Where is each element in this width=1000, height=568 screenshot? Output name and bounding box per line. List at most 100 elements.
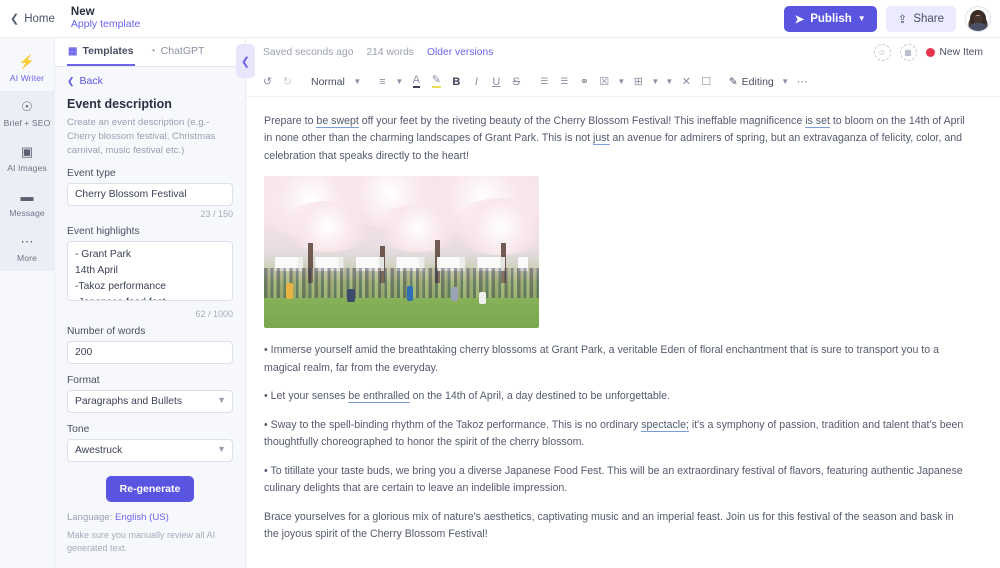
label-event-type: Event type <box>67 167 116 179</box>
rail-item-brief-seo[interactable]: ☉ Brief + SEO <box>0 91 54 136</box>
number-of-words-input[interactable] <box>67 340 233 364</box>
align-icon[interactable]: ≡ <box>373 71 392 92</box>
cherry-blossom-festival-photo[interactable] <box>264 176 539 329</box>
format-select[interactable]: ▼ <box>67 389 233 413</box>
document-paragraph-1[interactable]: Prepare to be swept off your feet by the… <box>264 113 966 165</box>
document-canvas[interactable]: Prepare to be swept off your feet by the… <box>246 97 1000 568</box>
share-label: Share <box>913 12 944 25</box>
chat-icon: ▬ <box>20 189 34 204</box>
editor-status-actions: ☺ ▦ New Item <box>873 44 983 61</box>
chat-bubbles-icon: ◔ <box>149 45 156 57</box>
label-event-highlights: Event highlights <box>67 225 140 237</box>
upload-icon: ⇪ <box>897 13 908 26</box>
regenerate-button[interactable]: Re-generate <box>105 475 195 502</box>
document-bullet-3[interactable]: • Sway to the spell-binding rhythm of th… <box>264 417 966 452</box>
comment-icon[interactable]: ☐ <box>697 71 716 92</box>
language-value-link[interactable]: English (US) <box>115 512 169 523</box>
event-highlights-counter: 62 / 1000 <box>195 308 233 319</box>
grammar-suggestion[interactable]: be enthralled <box>348 390 410 404</box>
label-format: Format <box>67 374 100 386</box>
publish-button[interactable]: ➤ Publish ▼ <box>783 5 877 32</box>
image-icon: ▣ <box>20 144 34 159</box>
chevron-down-icon[interactable]: ▼ <box>351 71 364 92</box>
underline-icon[interactable]: U <box>487 71 506 92</box>
editor-status-bar: Saved seconds ago 214 words Older versio… <box>246 38 1000 67</box>
strikethrough-icon[interactable]: S <box>507 71 526 92</box>
chevron-down-icon[interactable]: ▼ <box>615 71 628 92</box>
back-button[interactable]: ❮ Back <box>55 67 245 91</box>
rail-label-brief-seo: Brief + SEO <box>3 118 51 128</box>
ellipsis-icon: ⋯ <box>20 234 34 249</box>
clear-format-icon[interactable]: ✕ <box>677 71 696 92</box>
apply-template-link[interactable]: Apply template <box>71 18 140 31</box>
more-icon[interactable]: ⋯ <box>793 71 812 92</box>
toolbar-separator <box>527 71 534 92</box>
event-highlights-textarea[interactable] <box>67 240 233 301</box>
ai-disclaimer: Make sure you manually review all AI gen… <box>67 529 216 553</box>
numbered-list-icon[interactable]: ☰ <box>555 71 574 92</box>
add-collaborator-icon[interactable]: ☺ <box>873 44 891 61</box>
tab-templates[interactable]: ▦ Templates <box>67 38 135 66</box>
label-tone: Tone <box>67 423 90 435</box>
tone-select-value[interactable] <box>67 438 233 462</box>
editing-mode-button[interactable]: ✎ Editing <box>725 71 778 92</box>
chevron-down-icon[interactable]: ▼ <box>393 71 406 92</box>
rail-label-ai-writer: AI Writer <box>9 73 45 83</box>
regenerate-row: Re-generate <box>67 475 233 502</box>
chevron-down-icon[interactable]: ▼ <box>663 71 676 92</box>
template-description: Create an event description (e.g.- Cherr… <box>67 117 216 156</box>
rail-item-message[interactable]: ▬ Message <box>0 181 54 226</box>
text-color-icon[interactable]: A <box>407 71 426 92</box>
grid-icon: ▦ <box>68 45 78 57</box>
top-bar-actions: ➤ Publish ▼ ⇪ Share <box>783 5 1000 32</box>
document-bullet-2[interactable]: • Let your senses be enthralled on the 1… <box>264 388 966 405</box>
italic-icon[interactable]: I <box>467 71 486 92</box>
rail-item-more[interactable]: ⋯ More <box>0 226 54 271</box>
rail-item-ai-writer[interactable]: ⚡ AI Writer <box>0 46 54 91</box>
grammar-suggestion[interactable]: is set <box>805 115 830 128</box>
editing-mode-label: Editing <box>741 75 774 88</box>
rail-item-ai-images[interactable]: ▣ AI Images <box>0 136 54 181</box>
grammar-suggestion[interactable]: be swept <box>316 115 359 128</box>
new-item-button[interactable]: New Item <box>925 47 983 58</box>
home-back-link[interactable]: ❮ Home <box>0 12 69 26</box>
lightning-icon: ⚡ <box>18 54 36 69</box>
document-bullet-1[interactable]: • Immerse yourself amid the breathtaking… <box>264 342 966 377</box>
tab-chatgpt[interactable]: ◔ ChatGPT <box>149 38 206 66</box>
send-icon: ➤ <box>794 13 805 26</box>
bullet-list-icon[interactable]: ☰ <box>535 71 554 92</box>
bold-icon[interactable]: B <box>447 71 466 92</box>
chevron-down-icon: ▼ <box>857 14 866 23</box>
status-dot-icon <box>925 48 935 57</box>
chevron-down-icon[interactable]: ▼ <box>649 71 662 92</box>
table-icon[interactable]: ⊞ <box>629 71 648 92</box>
format-select-value[interactable] <box>67 389 233 413</box>
chevron-down-icon[interactable]: ▼ <box>779 71 792 92</box>
share-button[interactable]: ⇪ Share <box>885 5 956 32</box>
chevron-left-icon: ❮ <box>240 55 251 68</box>
language-row: Language: English (US) <box>67 512 233 523</box>
event-type-counter: 23 / 150 <box>200 208 233 219</box>
event-type-input[interactable] <box>67 182 233 206</box>
chevron-left-icon: ❮ <box>10 13 20 25</box>
highlighter-icon[interactable]: ✎ <box>427 71 446 92</box>
grammar-suggestion[interactable]: just <box>593 132 610 146</box>
undo-icon[interactable]: ↺ <box>258 71 277 92</box>
editor-toolbar: ↺ ↻ Normal ▼ ≡ ▼ A ✎ B I U S ☰ ☰ ⚭ ☒ ▼ ⊞… <box>246 67 1000 97</box>
festival-crowd <box>264 267 539 298</box>
tone-select[interactable]: ▼ <box>67 438 233 462</box>
older-versions-link[interactable]: Older versions <box>427 47 493 58</box>
word-count: 214 words <box>366 47 414 58</box>
grammar-suggestion[interactable]: spectacle; <box>641 418 689 432</box>
publish-label: Publish <box>810 12 852 25</box>
image-icon[interactable]: ☒ <box>595 71 614 92</box>
redo-icon[interactable]: ↻ <box>278 71 297 92</box>
avatar[interactable] <box>965 5 991 32</box>
document-bullet-4[interactable]: • To titillate your taste buds, we bring… <box>264 463 966 498</box>
collapse-panel-button[interactable]: ❮ <box>236 44 255 78</box>
document-closing-paragraph[interactable]: Brace yourselves for a glorious mix of n… <box>264 509 966 544</box>
paragraph-style-label[interactable]: Normal <box>306 71 350 92</box>
tab-chatgpt-label: ChatGPT <box>160 45 205 57</box>
link-icon[interactable]: ⚭ <box>575 71 594 92</box>
add-asset-icon[interactable]: ▦ <box>899 44 917 61</box>
